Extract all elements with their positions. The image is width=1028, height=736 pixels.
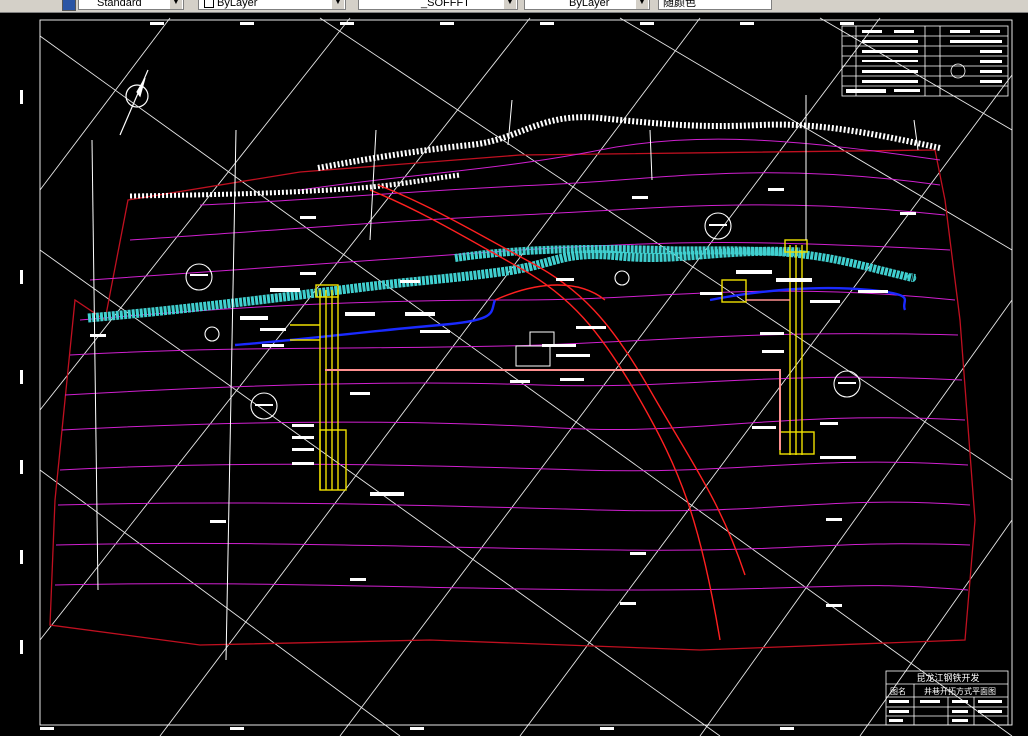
legend-entries: [846, 30, 1002, 93]
lineweight-value: ByLayer: [569, 0, 610, 9]
title-block-label: 图名: [890, 686, 906, 696]
river-bank-north: [317, 114, 941, 171]
contour-lines: [54, 138, 971, 591]
survey-lines: [91, 95, 919, 661]
section-markers: [185, 212, 861, 420]
shaft-west: [290, 284, 347, 491]
central-plant: [515, 331, 555, 367]
mining-boundary: [49, 149, 976, 651]
color-swatch-icon: [204, 0, 214, 8]
chevron-down-icon[interactable]: ▼: [636, 0, 648, 9]
ore-body-zone: [87, 246, 801, 323]
color-dropdown[interactable]: ByLayer ▼: [198, 0, 346, 10]
ore-body-zone-east: [454, 244, 917, 282]
properties-toolbar: Standard ▼ ByLayer ▼ _SOFFFT ▼ ByLayer ▼…: [0, 0, 1028, 13]
river-bank-south: [129, 172, 461, 199]
plot-style-dropdown[interactable]: 随颜色: [658, 0, 772, 10]
text-style-value: Standard: [97, 0, 142, 9]
text-style-dropdown[interactable]: Standard ▼: [78, 0, 184, 10]
text-style-icon[interactable]: [62, 0, 76, 11]
lineweight-dropdown[interactable]: ByLayer ▼: [524, 0, 650, 10]
linetype-dropdown[interactable]: _SOFFFT ▼: [358, 0, 518, 10]
title-block-fields: [889, 700, 1002, 722]
color-value: ByLayer: [217, 0, 258, 9]
chevron-down-icon[interactable]: ▼: [504, 0, 516, 9]
chevron-down-icon[interactable]: ▼: [170, 0, 182, 9]
chevron-down-icon[interactable]: ▼: [332, 0, 344, 9]
title-block-drawing-title: 井巷开拓方式平面图: [924, 686, 996, 696]
north-arrow-icon: [119, 69, 149, 136]
title-block-company: 昆龙江钢铁开发: [916, 672, 979, 684]
blue-roadway: [234, 299, 497, 347]
drawing-frame: [39, 19, 1013, 726]
plot-style-value: 随颜色: [663, 0, 696, 9]
drawing-canvas[interactable]: 昆龙江钢铁开发 图名 井巷开拓方式平面图: [0, 13, 1028, 736]
linetype-value: _SOFFFT: [421, 0, 470, 9]
